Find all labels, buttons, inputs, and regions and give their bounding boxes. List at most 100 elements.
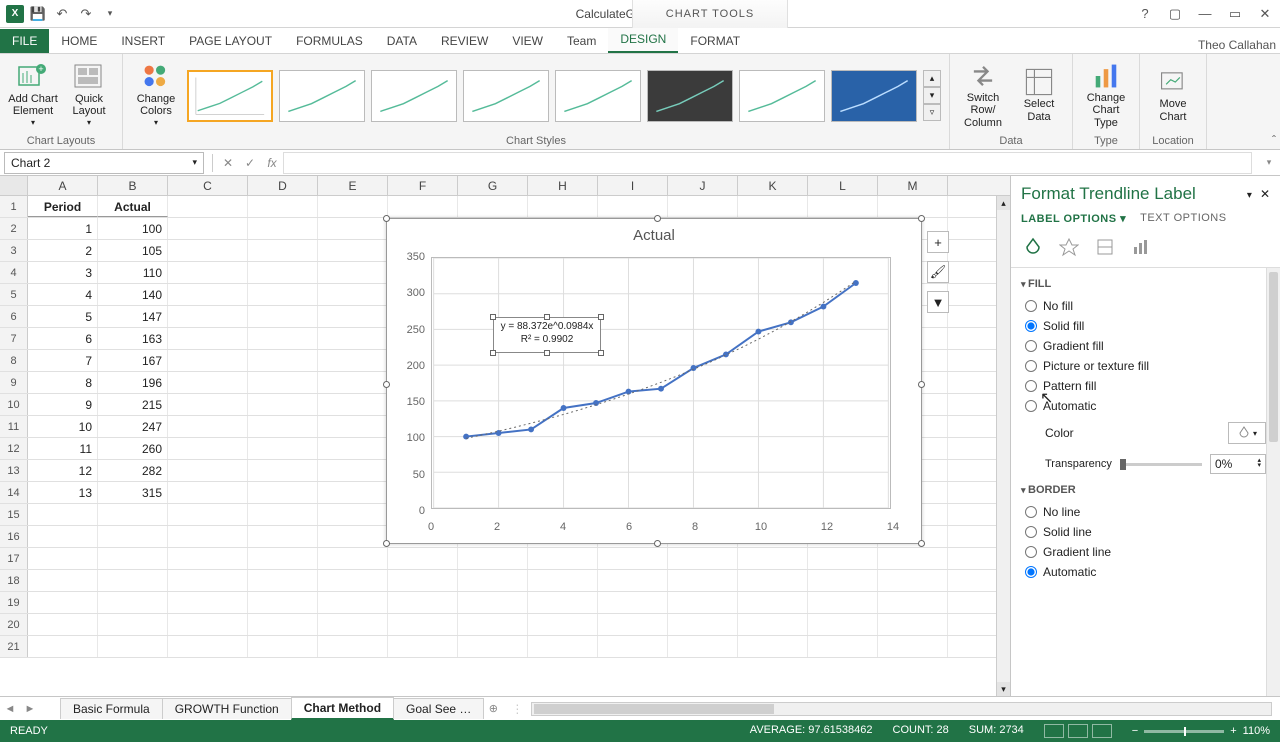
- solid-line-radio[interactable]: Solid line: [1019, 522, 1272, 542]
- page-layout-view-icon[interactable]: [1068, 724, 1088, 738]
- add-chart-element-button[interactable]: + Add Chart Element▾: [8, 63, 58, 128]
- cell[interactable]: [168, 372, 248, 393]
- cell[interactable]: [878, 636, 948, 657]
- column-header[interactable]: I: [598, 176, 668, 195]
- cell[interactable]: [318, 284, 388, 305]
- cell[interactable]: [738, 548, 808, 569]
- cell[interactable]: [808, 636, 878, 657]
- cell[interactable]: [168, 306, 248, 327]
- redo-icon[interactable]: ↷: [76, 4, 96, 24]
- cell[interactable]: [248, 416, 318, 437]
- cell[interactable]: [878, 614, 948, 635]
- label-options-tab[interactable]: LABEL OPTIONS ▾: [1021, 212, 1126, 225]
- cell[interactable]: [168, 394, 248, 415]
- cell[interactable]: [318, 592, 388, 613]
- cell[interactable]: [458, 614, 528, 635]
- cell[interactable]: [168, 416, 248, 437]
- zoom-in-icon[interactable]: +: [1230, 725, 1236, 737]
- cell[interactable]: [388, 548, 458, 569]
- chart-elements-icon[interactable]: +: [927, 231, 949, 253]
- row-header[interactable]: 7: [0, 328, 28, 349]
- column-header[interactable]: E: [318, 176, 388, 195]
- sheet-nav-prev[interactable]: ◄: [0, 703, 20, 715]
- zoom-out-icon[interactable]: −: [1132, 725, 1138, 737]
- vertical-scrollbar[interactable]: ▴▾: [996, 196, 1010, 696]
- row-header[interactable]: 18: [0, 570, 28, 591]
- collapse-ribbon-icon[interactable]: ˆ: [1272, 133, 1276, 147]
- panel-options-icon[interactable]: ▾: [1247, 190, 1252, 201]
- cell[interactable]: [668, 548, 738, 569]
- chart-filter-icon[interactable]: ▼: [927, 291, 949, 313]
- cell[interactable]: 105: [98, 240, 168, 261]
- cell[interactable]: [598, 570, 668, 591]
- cell[interactable]: [598, 636, 668, 657]
- cell[interactable]: 10: [28, 416, 98, 437]
- cell[interactable]: [318, 526, 388, 547]
- page-break-view-icon[interactable]: [1092, 724, 1112, 738]
- undo-icon[interactable]: ↶: [52, 4, 72, 24]
- change-chart-type-button[interactable]: Change Chart Type: [1081, 62, 1131, 128]
- cell[interactable]: [248, 262, 318, 283]
- border-section[interactable]: BORDER: [1019, 478, 1272, 502]
- cell[interactable]: [318, 504, 388, 525]
- size-props-icon[interactable]: [1093, 235, 1117, 259]
- cell[interactable]: [598, 196, 668, 217]
- tab-review[interactable]: REVIEW: [429, 29, 500, 53]
- cell[interactable]: [248, 306, 318, 327]
- cell[interactable]: [318, 240, 388, 261]
- row-header[interactable]: 19: [0, 592, 28, 613]
- sheet-tab-goal[interactable]: Goal See …: [393, 698, 484, 719]
- column-header[interactable]: A: [28, 176, 98, 195]
- cell[interactable]: [168, 504, 248, 525]
- cell[interactable]: [248, 570, 318, 591]
- cell[interactable]: [458, 592, 528, 613]
- switch-row-column-button[interactable]: Switch Row/ Column: [958, 62, 1008, 128]
- cell[interactable]: [168, 614, 248, 635]
- chart-style-3[interactable]: [371, 70, 457, 122]
- cell[interactable]: 282: [98, 460, 168, 481]
- column-header[interactable]: M: [878, 176, 948, 195]
- cell[interactable]: [248, 218, 318, 239]
- column-header[interactable]: L: [808, 176, 878, 195]
- row-header[interactable]: 15: [0, 504, 28, 525]
- worksheet[interactable]: ABCDEFGHIJKLM 1PeriodActual2110032105431…: [0, 176, 1010, 696]
- cell[interactable]: [808, 196, 878, 217]
- chart-style-8[interactable]: [831, 70, 917, 122]
- cell[interactable]: [248, 372, 318, 393]
- cell[interactable]: [98, 614, 168, 635]
- cell[interactable]: [738, 592, 808, 613]
- cell[interactable]: [808, 548, 878, 569]
- cell[interactable]: Period: [28, 196, 98, 217]
- cell[interactable]: [528, 196, 598, 217]
- cell[interactable]: [248, 636, 318, 657]
- cell[interactable]: [318, 614, 388, 635]
- column-header[interactable]: F: [388, 176, 458, 195]
- cell[interactable]: [598, 548, 668, 569]
- cell[interactable]: 3: [28, 262, 98, 283]
- cell[interactable]: [318, 570, 388, 591]
- row-header[interactable]: 12: [0, 438, 28, 459]
- cell[interactable]: [248, 328, 318, 349]
- save-icon[interactable]: 💾: [28, 4, 48, 24]
- transparency-slider[interactable]: [1120, 463, 1202, 466]
- cell[interactable]: 6: [28, 328, 98, 349]
- sheet-tab-basic[interactable]: Basic Formula: [60, 698, 163, 719]
- maximize-icon[interactable]: ▭: [1224, 4, 1246, 24]
- cell[interactable]: 8: [28, 372, 98, 393]
- new-sheet-icon[interactable]: ⊕: [483, 702, 503, 715]
- column-header[interactable]: H: [528, 176, 598, 195]
- horizontal-scrollbar[interactable]: [531, 702, 1272, 716]
- cell[interactable]: [668, 614, 738, 635]
- cell[interactable]: [168, 350, 248, 371]
- cell[interactable]: [168, 196, 248, 217]
- cell[interactable]: 167: [98, 350, 168, 371]
- cell[interactable]: [318, 548, 388, 569]
- transparency-input[interactable]: 0%▴▾: [1210, 454, 1266, 474]
- tab-team[interactable]: Team: [555, 29, 608, 53]
- cell[interactable]: 5: [28, 306, 98, 327]
- cell[interactable]: [28, 636, 98, 657]
- plot-area[interactable]: [431, 257, 891, 509]
- chart-style-7[interactable]: [739, 70, 825, 122]
- cell[interactable]: [528, 592, 598, 613]
- cell[interactable]: 260: [98, 438, 168, 459]
